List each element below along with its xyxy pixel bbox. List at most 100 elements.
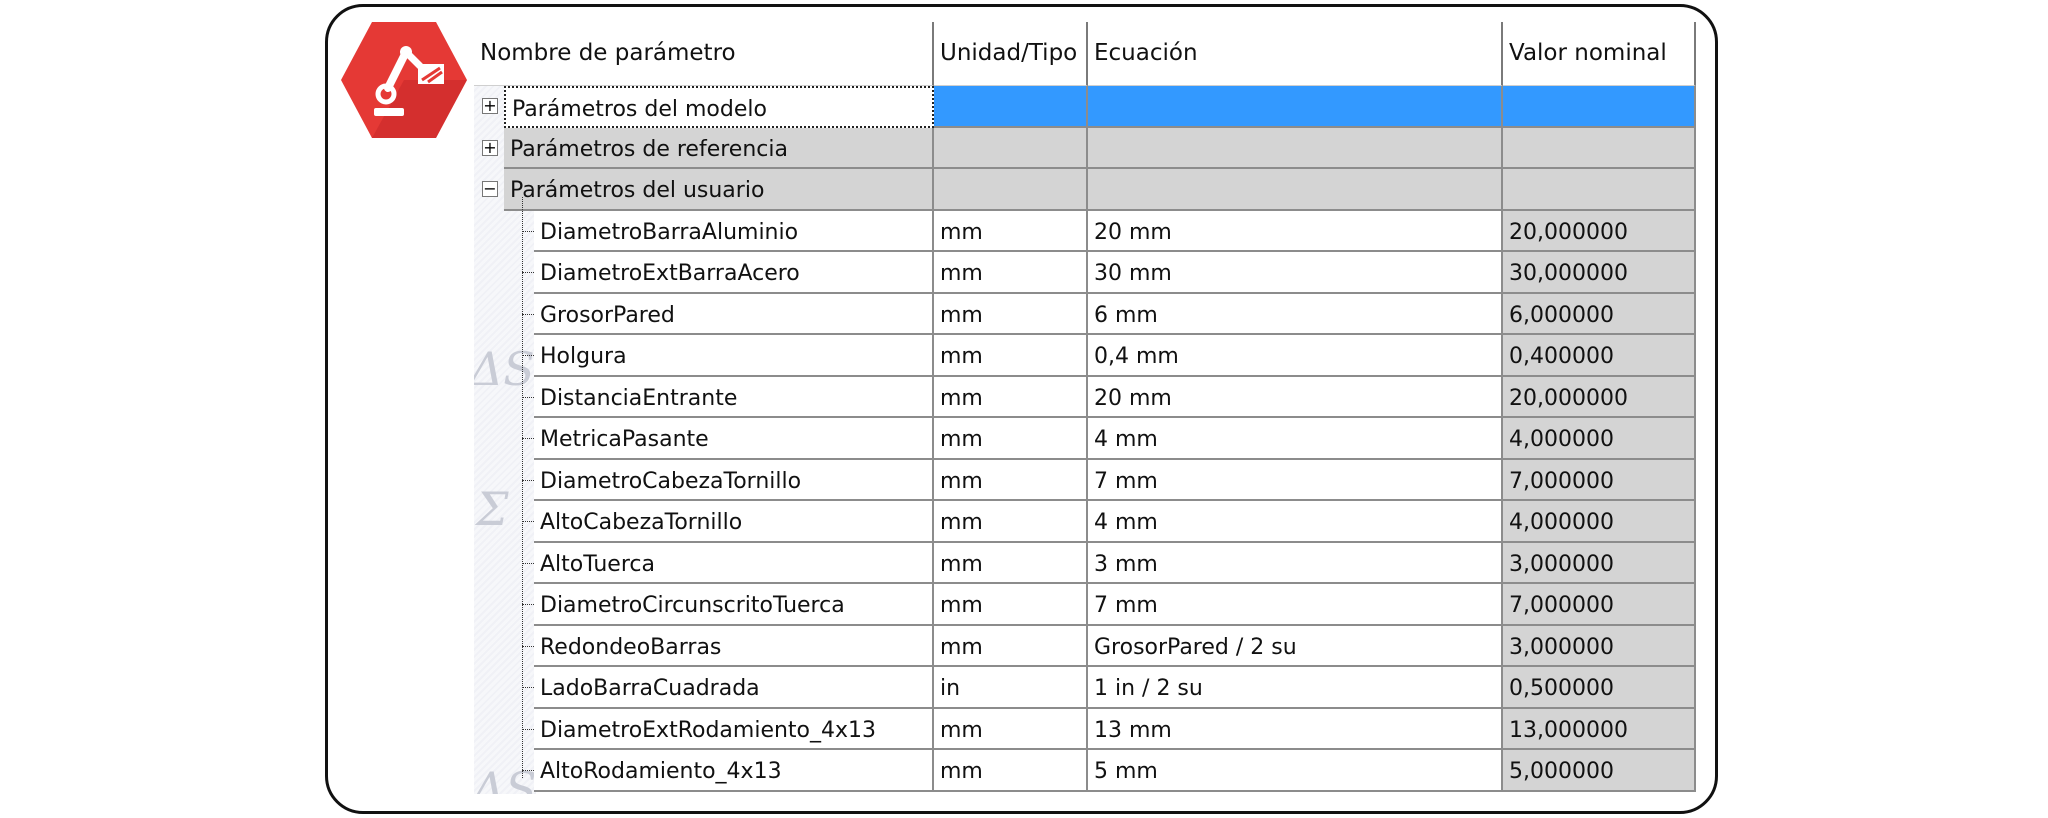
tree-connector [522, 272, 534, 273]
tree-connector [522, 438, 534, 439]
parameter-nominal-value[interactable]: 4,000000 [1503, 418, 1696, 460]
parameter-unit[interactable]: mm [934, 501, 1088, 543]
parameter-nominal-value[interactable]: 3,000000 [1503, 542, 1696, 584]
group-empty-cell [1088, 127, 1503, 169]
parameter-name[interactable]: DiametroBarraAluminio [534, 210, 934, 252]
group-empty-cell [934, 86, 1088, 128]
parameter-row[interactable]: GrosorPared mm 6 mm 6,000000 [474, 293, 1696, 335]
parameter-nominal-value[interactable]: 6,000000 [1503, 293, 1696, 335]
parameter-name[interactable]: RedondeoBarras [534, 625, 934, 667]
parameter-row[interactable]: LadoBarraCuadrada in 1 in / 2 su 0,500000 [474, 667, 1696, 709]
parameter-row[interactable]: DiametroCircunscritoTuerca mm 7 mm 7,000000 [474, 584, 1696, 626]
parameter-row[interactable]: DiametroBarraAluminio mm 20 mm 20,000000 [474, 210, 1696, 252]
group-label: Parámetros del modelo [504, 86, 934, 128]
parameter-unit[interactable]: mm [934, 293, 1088, 335]
parameter-unit[interactable]: mm [934, 335, 1088, 377]
column-header-equation[interactable]: Ecuación [1088, 22, 1503, 86]
parameter-nominal-value[interactable]: 3,000000 [1503, 625, 1696, 667]
parameter-name[interactable]: AltoCabezaTornillo [534, 501, 934, 543]
parameter-equation[interactable]: 30 mm [1088, 252, 1503, 294]
group-empty-cell [1503, 127, 1696, 169]
parameter-name[interactable]: DiametroExtBarraAcero [534, 252, 934, 294]
parameter-row[interactable]: DistanciaEntrante mm 20 mm 20,000000 [474, 376, 1696, 418]
parameter-unit[interactable]: mm [934, 542, 1088, 584]
parameter-equation[interactable]: 20 mm [1088, 210, 1503, 252]
group-row[interactable]: + Parámetros de referencia [474, 127, 1696, 169]
parameter-unit[interactable]: mm [934, 210, 1088, 252]
parameter-nominal-value[interactable]: 0,500000 [1503, 667, 1696, 709]
parameter-row[interactable]: MetricaPasante mm 4 mm 4,000000 [474, 418, 1696, 460]
parameter-unit[interactable]: mm [934, 459, 1088, 501]
parameter-equation[interactable]: 4 mm [1088, 501, 1503, 543]
parameter-name[interactable]: Holgura [534, 335, 934, 377]
parameter-row[interactable]: DiametroExtBarraAcero mm 30 mm 30,000000 [474, 252, 1696, 294]
parameter-name[interactable]: MetricaPasante [534, 418, 934, 460]
tree-connector [522, 604, 534, 605]
parameter-unit[interactable]: in [934, 667, 1088, 709]
tree-connector [522, 770, 534, 771]
expand-icon[interactable]: + [482, 139, 498, 156]
parameter-equation[interactable]: 0,4 mm [1088, 335, 1503, 377]
tree-connector [522, 521, 534, 522]
parameter-row[interactable]: DiametroCabezaTornillo mm 7 mm 7,000000 [474, 459, 1696, 501]
column-header-nominal-value[interactable]: Valor nominal [1503, 22, 1696, 86]
parameter-row[interactable]: DiametroExtRodamiento_4x13 mm 13 mm 13,0000… [474, 708, 1696, 750]
parameter-nominal-value[interactable]: 13,000000 [1503, 708, 1696, 750]
parameter-equation[interactable]: 7 mm [1088, 459, 1503, 501]
parameter-name[interactable]: DiametroCabezaTornillo [534, 459, 934, 501]
parameter-unit[interactable]: mm [934, 252, 1088, 294]
parameter-name[interactable]: AltoTuerca [534, 542, 934, 584]
tree-connector [522, 645, 534, 647]
parameter-unit[interactable]: mm [934, 750, 1088, 792]
parameter-name[interactable]: AltoRodamiento_4x13 [534, 750, 934, 792]
tree-connector [522, 728, 534, 730]
parameter-nominal-value[interactable]: 7,000000 [1503, 584, 1696, 626]
column-header-unit[interactable]: Unidad/Tipo [934, 22, 1088, 86]
parameter-unit[interactable]: mm [934, 625, 1088, 667]
parameter-row[interactable]: AltoCabezaTornillo mm 4 mm 4,000000 [474, 501, 1696, 543]
parameter-equation[interactable]: 13 mm [1088, 708, 1503, 750]
parameter-unit[interactable]: mm [934, 584, 1088, 626]
parameter-equation[interactable]: 3 mm [1088, 542, 1503, 584]
group-empty-cell [1503, 86, 1696, 128]
group-row[interactable]: + Parámetros del modelo [474, 86, 1696, 128]
parameter-nominal-value[interactable]: 20,000000 [1503, 210, 1696, 252]
parameter-nominal-value[interactable]: 7,000000 [1503, 459, 1696, 501]
parameters-table: ΔS Σ ΔS Nombre de parámetro Unidad/Tipo … [474, 22, 1696, 794]
group-empty-cell [1503, 169, 1696, 211]
group-empty-cell [934, 169, 1088, 211]
robot-arm-icon [341, 22, 467, 138]
parameter-nominal-value[interactable]: 4,000000 [1503, 501, 1696, 543]
parameter-unit[interactable]: mm [934, 708, 1088, 750]
group-empty-cell [1088, 169, 1503, 211]
parameter-name[interactable]: DiametroCircunscritoTuerca [534, 584, 934, 626]
parameter-name[interactable]: DistanciaEntrante [534, 376, 934, 418]
parameter-name[interactable]: LadoBarraCuadrada [534, 667, 934, 709]
parameter-equation[interactable]: 1 in / 2 su [1088, 667, 1503, 709]
parameter-name[interactable]: GrosorPared [534, 293, 934, 335]
tree-connector [522, 562, 534, 564]
parameter-equation[interactable]: GrosorPared / 2 su [1088, 625, 1503, 667]
parameter-unit[interactable]: mm [934, 418, 1088, 460]
parameter-name[interactable]: DiametroExtRodamiento_4x13 [534, 708, 934, 750]
expand-icon[interactable]: + [482, 98, 498, 114]
parameter-nominal-value[interactable]: 20,000000 [1503, 376, 1696, 418]
parameter-equation[interactable]: 20 mm [1088, 376, 1503, 418]
parameter-nominal-value[interactable]: 30,000000 [1503, 252, 1696, 294]
group-empty-cell [934, 127, 1088, 169]
group-empty-cell [1088, 86, 1503, 128]
parameter-equation[interactable]: 7 mm [1088, 584, 1503, 626]
parameter-equation[interactable]: 4 mm [1088, 418, 1503, 460]
column-header-name[interactable]: Nombre de parámetro [474, 22, 934, 86]
group-row[interactable]: − Parámetros del usuario [474, 169, 1696, 211]
parameter-row[interactable]: Holgura mm 0,4 mm 0,400000 [474, 335, 1696, 377]
parameter-equation[interactable]: 5 mm [1088, 750, 1503, 792]
collapse-icon[interactable]: − [482, 181, 498, 197]
parameter-row[interactable]: AltoTuerca mm 3 mm 3,000000 [474, 542, 1696, 584]
parameter-row[interactable]: AltoRodamiento_4x13 mm 5 mm 5,000000 [474, 750, 1696, 792]
parameter-unit[interactable]: mm [934, 376, 1088, 418]
parameter-row[interactable]: RedondeoBarras mm GrosorPared / 2 su 3,0000… [474, 625, 1696, 667]
parameter-equation[interactable]: 6 mm [1088, 293, 1503, 335]
parameter-nominal-value[interactable]: 0,400000 [1503, 335, 1696, 377]
parameter-nominal-value[interactable]: 5,000000 [1503, 750, 1696, 792]
